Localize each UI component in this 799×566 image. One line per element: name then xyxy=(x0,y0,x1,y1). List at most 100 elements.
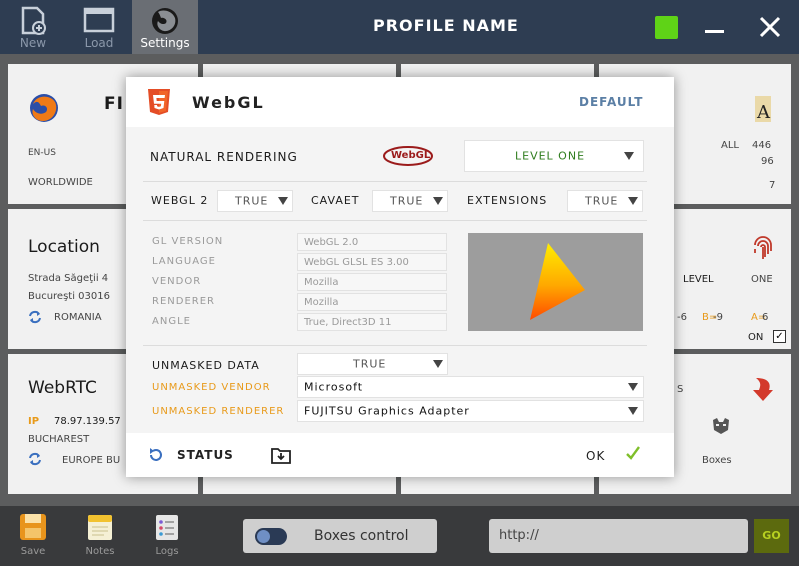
status-button[interactable]: STATUS xyxy=(177,448,234,462)
boxes-toggle[interactable] xyxy=(255,528,287,545)
firefox-icon xyxy=(152,8,178,34)
url-input[interactable]: http:// xyxy=(489,519,748,553)
fonts-count-3: 7 xyxy=(769,180,776,191)
checkmark-icon[interactable] xyxy=(625,445,641,461)
vendor-value: Mozilla xyxy=(297,273,447,291)
angle-label: ANGLE xyxy=(152,316,191,327)
ok-button[interactable]: OK xyxy=(586,449,605,463)
region-text: WORLDWIDE xyxy=(28,177,93,188)
webgl-preview xyxy=(468,233,643,331)
unmasked-data-label: UNMASKED DATA xyxy=(152,359,260,372)
unmasked-vendor-value: Microsoft xyxy=(304,380,364,394)
gl-version-value: WebGL 2.0 xyxy=(297,233,447,251)
refresh-icon[interactable] xyxy=(148,447,164,463)
language-value: WebGL GLSL ES 3.00 xyxy=(297,253,447,271)
unmasked-vendor-label: UNMASKED VENDOR xyxy=(152,382,271,393)
country-text: ROMANIA xyxy=(54,312,102,323)
chevron-down-icon xyxy=(628,407,638,415)
title-bar: New Load Settings PROFILE NAME xyxy=(0,0,799,54)
natural-rendering-label: NATURAL RENDERING xyxy=(150,150,298,164)
webgl-dialog: WebGL DEFAULT NATURAL RENDERING WebGL LE… xyxy=(126,77,674,477)
unmasked-renderer-label: UNMASKED RENDERER xyxy=(152,406,285,417)
boxes-control-button[interactable]: Boxes control xyxy=(243,519,437,553)
logs-icon xyxy=(156,515,178,540)
vendor-label: VENDOR xyxy=(152,276,202,287)
close-icon[interactable] xyxy=(758,15,782,39)
default-button[interactable]: DEFAULT xyxy=(579,95,644,109)
city-text: BUCHAREST xyxy=(28,434,90,445)
unmasked-renderer-value: FUJITSU Graphics Adapter xyxy=(304,404,470,418)
dialog-header: WebGL DEFAULT xyxy=(126,77,674,127)
notes-button[interactable]: Notes xyxy=(80,512,120,557)
logs-button[interactable]: Logs xyxy=(147,512,187,557)
new-file-icon xyxy=(21,6,46,35)
load-label: Load xyxy=(84,36,114,50)
fingerprint-icon xyxy=(754,236,772,259)
save-icon xyxy=(20,514,46,540)
angle-value: True, Direct3D 11 xyxy=(297,313,447,331)
refresh-icon[interactable] xyxy=(28,310,42,324)
divider xyxy=(143,220,647,221)
url-text: http:// xyxy=(499,528,539,543)
zone-text: EUROPE BU xyxy=(62,455,121,466)
address-line-1: Strada Săgeţii 4 xyxy=(28,273,109,284)
dialog-footer: STATUS OK xyxy=(126,433,674,477)
renderer-value: Mozilla xyxy=(297,293,447,311)
triangle-preview xyxy=(530,243,585,320)
extensions-select[interactable]: TRUE xyxy=(567,190,643,212)
renderer-label: RENDERER xyxy=(152,296,215,307)
fonts-all-label: ALL xyxy=(721,140,739,151)
settings-button[interactable]: Settings xyxy=(132,0,198,54)
caveat-label: CAVAET xyxy=(311,194,360,207)
go-button[interactable]: GO xyxy=(754,519,789,553)
save-button[interactable]: Save xyxy=(13,512,53,557)
level-value: ONE xyxy=(751,274,773,285)
unmasked-vendor-select[interactable]: Microsoft xyxy=(297,376,644,398)
firefox-logo-icon xyxy=(30,94,58,122)
toggle-knob xyxy=(257,530,270,543)
refresh-icon[interactable] xyxy=(28,452,42,466)
minimize-button[interactable] xyxy=(705,30,724,33)
download-folder-icon[interactable] xyxy=(271,446,291,464)
caveat-value: TRUE xyxy=(390,194,424,208)
window-icon xyxy=(83,7,115,33)
on-checkbox[interactable]: ✓ xyxy=(773,330,786,343)
webgl2-select[interactable]: TRUE xyxy=(217,190,293,212)
level-label: LEVEL xyxy=(683,274,714,285)
mask-icon xyxy=(713,418,729,434)
unmasked-data-select[interactable]: TRUE xyxy=(297,353,448,375)
notes-label: Notes xyxy=(85,546,115,557)
boxes-s-letter: S xyxy=(677,384,684,395)
html5-icon xyxy=(148,89,170,115)
unmasked-renderer-select[interactable]: FUJITSU Graphics Adapter xyxy=(297,400,644,422)
caveat-select[interactable]: TRUE xyxy=(372,190,448,212)
ip-value: 78.97.139.57 xyxy=(54,416,121,427)
load-button[interactable]: Load xyxy=(66,0,132,54)
status-indicator[interactable] xyxy=(655,16,678,39)
new-button[interactable]: New xyxy=(0,0,66,54)
webgl2-value: TRUE xyxy=(235,194,269,208)
new-label: New xyxy=(19,36,47,50)
gl-version-label: GL VERSION xyxy=(152,236,224,247)
location-title: Location xyxy=(28,237,100,257)
b-value: -9 xyxy=(713,312,723,323)
dialog-title: WebGL xyxy=(192,93,265,112)
chevron-down-icon xyxy=(278,197,288,205)
browser-title: FI xyxy=(104,94,124,114)
r-value: -6 xyxy=(677,312,687,323)
boxes-control-label: Boxes control xyxy=(314,528,409,544)
divider xyxy=(143,345,647,346)
fonts-count-1: 446 xyxy=(752,140,772,151)
extensions-value: TRUE xyxy=(585,194,619,208)
fonts-count-2: 96 xyxy=(761,156,774,167)
chevron-down-icon xyxy=(433,197,443,205)
chevron-down-icon xyxy=(628,197,638,205)
extensions-label: EXTENSIONS xyxy=(467,194,548,207)
natural-rendering-value: LEVEL ONE xyxy=(515,149,586,163)
locale-text: EN-US xyxy=(28,148,56,158)
profile-name: PROFILE NAME xyxy=(373,16,519,35)
chevron-down-icon xyxy=(624,152,634,160)
unmasked-data-value: TRUE xyxy=(353,357,387,371)
natural-rendering-select[interactable]: LEVEL ONE xyxy=(464,140,644,172)
settings-label: Settings xyxy=(140,36,190,50)
